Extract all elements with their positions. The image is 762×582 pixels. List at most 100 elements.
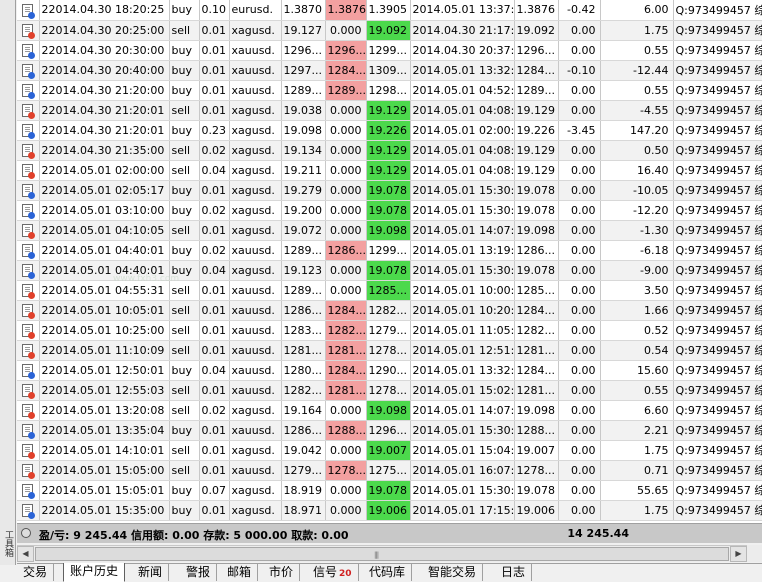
resize-grip[interactable]: [747, 545, 762, 562]
close-time-cell: 2014.05.01 13:37:59: [410, 0, 515, 21]
grip-icon: |||: [374, 551, 379, 559]
table-row[interactable]: 22014.05.01 12:50:01 buy 0.04 xauusd. 1280..…: [17, 360, 762, 381]
tab-1[interactable]: 账户历史: [63, 563, 126, 582]
take-profit-cell: 1285...: [366, 280, 411, 301]
open-price-cell: 1.3870: [281, 0, 326, 21]
table-row[interactable]: 22014.05.01 02:00:00 sell 0.04 xagusd. 19.21…: [17, 160, 762, 181]
table-row[interactable]: 22014.05.01 04:40:01 buy 0.02 xauusd. 1289..…: [17, 240, 762, 261]
table-row[interactable]: 22014.05.01 14:10:01 sell 0.01 xagusd. 19.04…: [17, 440, 762, 461]
close-time-cell: 2014.05.01 04:52:34: [410, 80, 515, 101]
close-time-cell: 2014.04.30 20:37:23: [410, 40, 515, 61]
tab-6[interactable]: 信号 20: [307, 564, 359, 581]
buy-order-icon: [22, 243, 36, 259]
order-icon-cell: [17, 40, 40, 61]
table-row[interactable]: 22014.05.01 15:05:00 sell 0.01 xauusd. 1279.…: [17, 460, 762, 481]
tab-4[interactable]: 邮箱: [221, 564, 259, 581]
table-row[interactable]: 22014.04.30 20:25:00 sell 0.01 xagusd. 19.12…: [17, 20, 762, 41]
swap-cell: 0.00: [558, 320, 601, 341]
order-time-cell: 22014.05.01 13:35:04: [39, 420, 170, 441]
table-row[interactable]: 22014.04.30 20:30:00 buy 0.01 xauusd. 1296..…: [17, 40, 762, 61]
close-time-cell: 2014.05.01 15:30:01: [410, 200, 515, 221]
table-row[interactable]: 22014.05.01 10:05:01 sell 0.01 xauusd. 1286.…: [17, 300, 762, 321]
table-row[interactable]: 22014.04.30 18:20:25 buy 0.10 eurusd. 1.3870…: [17, 0, 762, 21]
close-time-cell: 2014.05.01 15:30:01: [410, 180, 515, 201]
volume-cell: 0.10: [199, 0, 230, 21]
table-row[interactable]: 22014.05.01 15:35:00 buy 0.01 xagusd. 18.971…: [17, 500, 762, 521]
table-row[interactable]: 22014.04.30 21:20:01 sell 0.01 xagusd. 19.03…: [17, 100, 762, 121]
take-profit-cell: 19.078: [366, 180, 411, 201]
tab-8[interactable]: 智能交易: [422, 564, 484, 581]
take-profit-cell: 1299...: [366, 40, 411, 61]
order-time-cell: 22014.04.30 21:20:01: [39, 100, 170, 121]
table-row[interactable]: 22014.04.30 21:20:00 buy 0.01 xauusd. 1289..…: [17, 80, 762, 101]
scroll-left-arrow-icon[interactable]: ◀: [17, 546, 34, 562]
table-row[interactable]: 22014.05.01 13:35:04 buy 0.01 xauusd. 1286..…: [17, 420, 762, 441]
swap-cell: 0.00: [558, 380, 601, 401]
close-price-cell: 1281...: [514, 340, 559, 361]
symbol-cell: xauusd.: [229, 80, 282, 101]
tab-0[interactable]: 交易: [17, 564, 55, 581]
stop-loss-cell: 0.000: [325, 180, 367, 201]
tab-3[interactable]: 警报: [180, 564, 218, 581]
open-price-cell: 1289...: [281, 240, 326, 261]
comment-cell: Q:973499457 综合刷单: [673, 100, 762, 121]
table-row[interactable]: 22014.05.01 04:10:05 sell 0.01 xagusd. 19.07…: [17, 220, 762, 241]
close-time-cell: 2014.05.01 15:30:02: [410, 420, 515, 441]
close-time-cell: 2014.05.01 02:00:58: [410, 120, 515, 141]
take-profit-cell: 1282...: [366, 300, 411, 321]
profit-cell: 0.55: [600, 40, 674, 61]
tab-9[interactable]: 日志: [495, 564, 533, 581]
scrollbar-thumb[interactable]: |||: [35, 547, 729, 561]
tab-7[interactable]: 代码库: [363, 564, 413, 581]
account-history-grid[interactable]: 22014.04.30 18:20:25 buy 0.10 eurusd. 1.3870…: [17, 0, 762, 523]
order-icon-cell: [17, 460, 40, 481]
tab-2[interactable]: 新闻: [132, 564, 170, 581]
table-row[interactable]: 22014.05.01 13:20:08 sell 0.02 xagusd. 19.16…: [17, 400, 762, 421]
table-row[interactable]: 22014.04.30 21:35:00 sell 0.02 xagusd. 19.13…: [17, 140, 762, 161]
volume-cell: 0.01: [199, 80, 230, 101]
volume-cell: 0.23: [199, 120, 230, 141]
take-profit-cell: 19.078: [366, 260, 411, 281]
table-row[interactable]: 22014.05.01 02:05:17 buy 0.01 xagusd. 19.279…: [17, 180, 762, 201]
take-profit-cell: 19.078: [366, 480, 411, 501]
order-icon-cell: [17, 220, 40, 241]
take-profit-cell: 19.098: [366, 220, 411, 241]
table-row[interactable]: 22014.05.01 15:05:01 buy 0.07 xagusd. 18.919…: [17, 480, 762, 501]
stop-loss-cell: 1284...: [325, 60, 367, 81]
comment-cell: Q:973499457 综合刷单: [673, 220, 762, 241]
horizontal-scrollbar[interactable]: ◀ ||| ▶: [17, 545, 747, 562]
tab-5[interactable]: 市价: [263, 564, 301, 581]
volume-cell: 0.01: [199, 320, 230, 341]
toolbox-side-strip[interactable]: 工具箱: [0, 0, 16, 565]
table-row[interactable]: 22014.05.01 03:10:00 buy 0.02 xagusd. 19.200…: [17, 200, 762, 221]
take-profit-cell: 19.098: [366, 400, 411, 421]
swap-cell: 0.00: [558, 420, 601, 441]
sell-order-icon: [22, 403, 36, 419]
watermark-text: www.fxh3.com: [113, 274, 180, 284]
tab-label: 交易: [23, 565, 48, 579]
symbol-cell: xagusd.: [229, 500, 282, 521]
scroll-right-arrow-icon[interactable]: ▶: [730, 546, 747, 562]
swap-cell: -0.10: [558, 60, 601, 81]
comment-cell: Q:973499457 综合刷单: [673, 320, 762, 341]
table-row[interactable]: 22014.04.30 21:20:01 buy 0.23 xagusd. 19.098…: [17, 120, 762, 141]
type-cell: buy: [169, 60, 200, 81]
close-price-cell: 1296...: [514, 40, 559, 61]
open-price-cell: 1280...: [281, 360, 326, 381]
table-row[interactable]: 22014.05.01 10:25:00 sell 0.01 xauusd. 1283.…: [17, 320, 762, 341]
volume-cell: 0.02: [199, 400, 230, 421]
table-row[interactable]: 22014.05.01 12:55:03 sell 0.01 xauusd. 1282.…: [17, 380, 762, 401]
volume-cell: 0.01: [199, 500, 230, 521]
buy-order-icon: [22, 423, 36, 439]
close-price-cell: 19.006: [514, 500, 559, 521]
table-row[interactable]: 22014.04.30 20:40:00 buy 0.01 xauusd. 1297..…: [17, 60, 762, 81]
profit-cell: 16.40: [600, 160, 674, 181]
symbol-cell: xauusd.: [229, 320, 282, 341]
order-icon-cell: [17, 120, 40, 141]
take-profit-cell: 19.129: [366, 160, 411, 181]
table-row[interactable]: 22014.05.01 11:10:09 sell 0.01 xauusd. 1281.…: [17, 340, 762, 361]
profit-cell: 6.00: [600, 0, 674, 21]
order-icon-cell: [17, 480, 40, 501]
close-price-cell: 1284...: [514, 60, 559, 81]
open-price-cell: 19.123: [281, 260, 326, 281]
